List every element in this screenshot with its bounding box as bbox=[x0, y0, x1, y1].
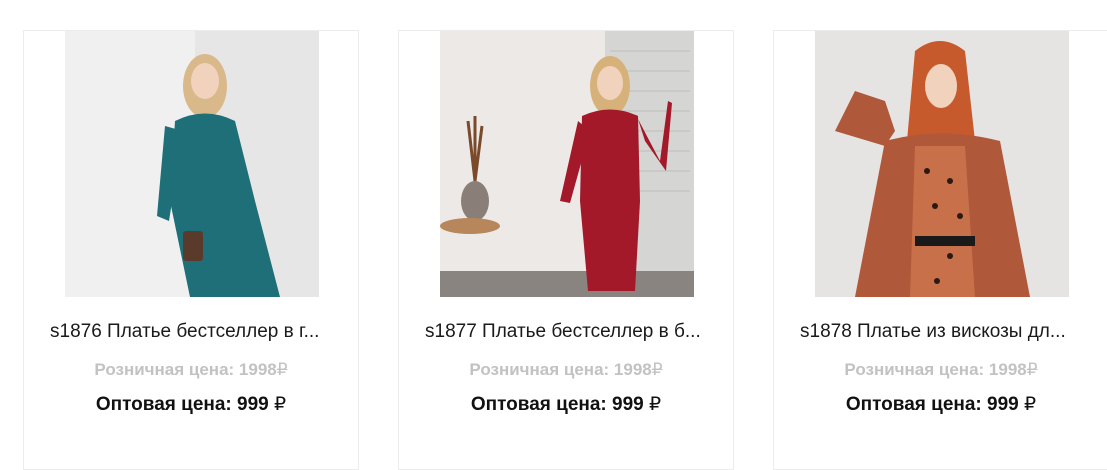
product-title[interactable]: s1876 Платье бестселлер в г... bbox=[50, 320, 348, 344]
currency-icon: ₽ bbox=[274, 394, 287, 415]
dress-photo-icon bbox=[815, 31, 1069, 297]
currency-icon: ₽ bbox=[649, 394, 662, 415]
product-image[interactable] bbox=[815, 31, 1069, 297]
retail-price: Розничная цена: 1998₽ bbox=[774, 359, 1107, 381]
wholesale-price: Оптовая цена: 999 ₽ bbox=[24, 393, 358, 417]
wholesale-price-label: Оптовая цена: bbox=[95, 394, 238, 415]
retail-price-value: 1998 bbox=[613, 360, 652, 379]
wholesale-price: Оптовая цена: 999 ₽ bbox=[774, 393, 1107, 417]
dress-photo-icon bbox=[440, 31, 694, 297]
product-card[interactable]: s1878 Платье из вискозы дл... Розничная … bbox=[773, 30, 1107, 470]
wholesale-price: Оптовая цена: 999 ₽ bbox=[399, 393, 733, 417]
currency-icon: ₽ bbox=[1026, 360, 1038, 379]
wholesale-price-label: Оптовая цена: bbox=[845, 394, 988, 415]
currency-icon: ₽ bbox=[276, 360, 288, 379]
currency-icon: ₽ bbox=[651, 360, 663, 379]
product-title[interactable]: s1878 Платье из вискозы дл... bbox=[800, 320, 1098, 344]
wholesale-price-value: 999 bbox=[237, 394, 275, 415]
product-image[interactable] bbox=[65, 31, 319, 297]
retail-price-label: Розничная цена: bbox=[94, 360, 239, 379]
retail-price: Розничная цена: 1998₽ bbox=[24, 359, 358, 381]
retail-price-label: Розничная цена: bbox=[844, 360, 989, 379]
product-card[interactable]: s1876 Платье бестселлер в г... Розничная… bbox=[23, 30, 359, 470]
wholesale-price-label: Оптовая цена: bbox=[470, 394, 613, 415]
dress-photo-icon bbox=[65, 31, 319, 297]
product-image[interactable] bbox=[440, 31, 694, 297]
product-card[interactable]: s1877 Платье бестселлер в б... Розничная… bbox=[398, 30, 734, 470]
retail-price-label: Розничная цена: bbox=[469, 360, 614, 379]
retail-price-value: 1998 bbox=[238, 360, 277, 379]
wholesale-price-value: 999 bbox=[987, 394, 1025, 415]
currency-icon: ₽ bbox=[1024, 394, 1037, 415]
retail-price: Розничная цена: 1998₽ bbox=[399, 359, 733, 381]
wholesale-price-value: 999 bbox=[612, 394, 650, 415]
retail-price-value: 1998 bbox=[988, 360, 1027, 379]
product-title[interactable]: s1877 Платье бестселлер в б... bbox=[425, 320, 723, 344]
